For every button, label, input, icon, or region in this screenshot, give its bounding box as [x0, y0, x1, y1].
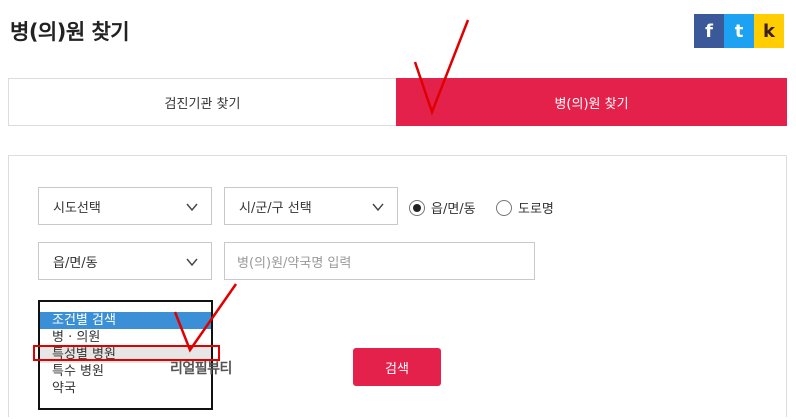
list-option[interactable]: 조건별 검색 [40, 312, 211, 329]
tab-hospital-search[interactable]: 병(의)원 찾기 [396, 78, 787, 126]
chevron-down-icon [186, 258, 198, 267]
twitter-share-button[interactable]: t [724, 14, 754, 48]
input-placeholder: 병(의)원/약국명 입력 [237, 255, 352, 271]
tab-label: 검진기관 찾기 [164, 96, 241, 112]
radio-road-name[interactable]: 도로명 [496, 198, 554, 217]
eup-select-value: 읍/면/동 [53, 255, 98, 271]
sido-select[interactable]: 시도선택 [38, 187, 212, 225]
facebook-share-button[interactable]: f [694, 14, 724, 48]
search-button-label: 검색 [385, 361, 409, 377]
watermark-text: 리얼필뷰티 [170, 361, 232, 377]
radio-label: 읍/면/동 [431, 202, 476, 217]
eup-myeon-dong-select[interactable]: 읍/면/동 [38, 242, 212, 280]
search-button[interactable]: 검색 [353, 348, 441, 386]
facebook-icon: f [705, 20, 713, 42]
sigungu-select-value: 시/군/구 선택 [239, 200, 312, 216]
radio-checked-icon [409, 199, 425, 216]
page-title: 병(의)원 찾기 [10, 20, 130, 44]
radio-eup-myeon-dong[interactable]: 읍/면/동 [409, 198, 476, 217]
list-option[interactable]: 병 · 의원 [40, 329, 211, 346]
kakaostory-share-button[interactable]: k [754, 14, 784, 48]
sido-select-value: 시도선택 [53, 200, 101, 216]
sigungu-select[interactable]: 시/군/구 선택 [224, 187, 398, 225]
tab-label: 병(의)원 찾기 [554, 96, 629, 112]
chevron-down-icon [372, 203, 384, 212]
kakaostory-icon: k [763, 20, 775, 42]
radio-label: 도로명 [518, 202, 554, 217]
chevron-down-icon [186, 203, 198, 212]
hospital-name-input[interactable]: 병(의)원/약국명 입력 [224, 242, 535, 280]
tab-checkup-institution[interactable]: 검진기관 찾기 [8, 78, 396, 126]
list-option[interactable]: 약국 [40, 380, 211, 397]
radio-unchecked-icon [496, 199, 512, 216]
twitter-icon: t [734, 20, 744, 42]
